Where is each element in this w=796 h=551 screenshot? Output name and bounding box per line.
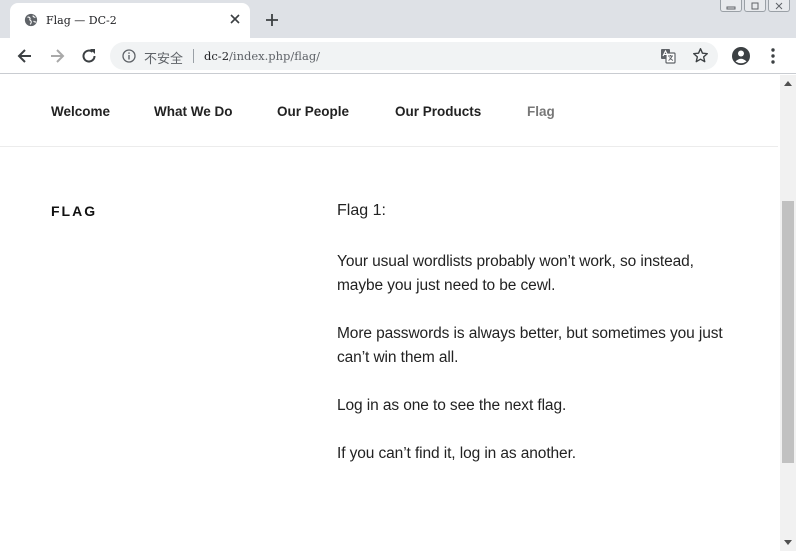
translate-icon[interactable] bbox=[660, 48, 676, 64]
url-path: /index.php/flag/ bbox=[229, 49, 321, 63]
globe-icon bbox=[24, 13, 38, 27]
profile-icon[interactable] bbox=[731, 46, 751, 66]
page-viewport: Welcome What We Do Our People Our Produc… bbox=[0, 75, 780, 551]
nav-item-welcome[interactable]: Welcome bbox=[51, 104, 110, 119]
star-icon[interactable] bbox=[692, 47, 709, 64]
maximize-button[interactable] bbox=[744, 0, 766, 12]
nav-item-flag[interactable]: Flag bbox=[527, 104, 555, 119]
scroll-down-arrow[interactable] bbox=[784, 540, 792, 545]
close-icon[interactable] bbox=[227, 11, 243, 27]
entry-content: Flag 1: Your usual wordlists probably wo… bbox=[337, 202, 737, 490]
reload-icon[interactable] bbox=[79, 46, 99, 66]
minimize-button[interactable] bbox=[720, 0, 742, 12]
security-label: 不安全 bbox=[144, 51, 184, 66]
info-icon[interactable] bbox=[122, 49, 136, 63]
url-text[interactable]: dc-2/index.php/flag/ bbox=[204, 49, 320, 63]
paragraph-2: More passwords is always better, but som… bbox=[337, 325, 723, 366]
plus-icon[interactable] bbox=[263, 11, 281, 29]
url-host: dc-2 bbox=[204, 49, 230, 63]
tab-title: Flag — DC-2 bbox=[46, 14, 117, 27]
page-title: FLAG bbox=[51, 203, 98, 219]
flag-title: Flag 1: bbox=[337, 202, 386, 219]
nav-item-our-products[interactable]: Our Products bbox=[395, 104, 481, 119]
url-divider bbox=[193, 49, 194, 63]
vertical-scrollbar[interactable] bbox=[780, 75, 796, 551]
window-close-button[interactable] bbox=[768, 0, 790, 12]
site-navigation: Welcome What We Do Our People Our Produc… bbox=[0, 75, 778, 147]
nav-item-our-people[interactable]: Our People bbox=[277, 104, 349, 119]
scroll-up-arrow[interactable] bbox=[784, 81, 792, 86]
nav-item-what-we-do[interactable]: What We Do bbox=[154, 104, 233, 119]
window-controls bbox=[720, 0, 790, 12]
paragraph-3: Log in as one to see the next flag. bbox=[337, 397, 567, 414]
back-icon[interactable] bbox=[15, 46, 35, 66]
address-bar[interactable]: 不安全 dc-2/index.php/flag/ bbox=[110, 42, 718, 70]
forward-icon[interactable] bbox=[47, 46, 67, 66]
paragraph-1: Your usual wordlists probably won’t work… bbox=[337, 253, 694, 294]
tab-strip: Flag — DC-2 bbox=[0, 0, 796, 38]
browser-tab[interactable]: Flag — DC-2 bbox=[10, 3, 250, 38]
browser-toolbar: 不安全 dc-2/index.php/flag/ bbox=[0, 38, 796, 74]
menu-icon[interactable] bbox=[768, 47, 778, 65]
scrollbar-thumb[interactable] bbox=[782, 201, 794, 463]
paragraph-4: If you can’t find it, log in as another. bbox=[337, 445, 576, 462]
